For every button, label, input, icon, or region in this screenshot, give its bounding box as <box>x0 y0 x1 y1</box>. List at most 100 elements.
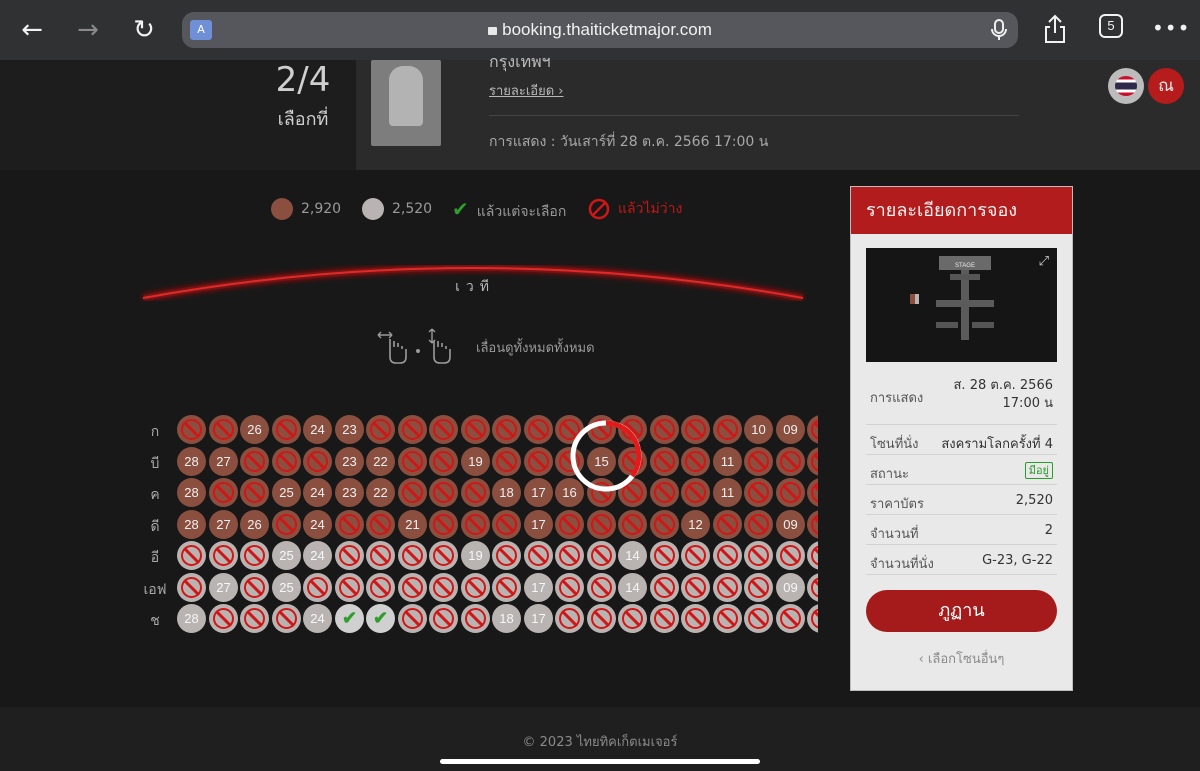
seat-unavailable[interactable] <box>807 478 818 507</box>
microphone-icon[interactable] <box>990 19 1008 41</box>
seat-unavailable[interactable] <box>177 573 206 602</box>
seat-unavailable[interactable] <box>744 447 773 476</box>
seat-unavailable[interactable] <box>398 604 427 633</box>
seat-unavailable[interactable] <box>461 478 490 507</box>
seat-unavailable[interactable] <box>398 573 427 602</box>
seat-unavailable[interactable] <box>650 541 679 570</box>
seat-unavailable[interactable] <box>272 415 301 444</box>
seat-unavailable[interactable] <box>776 478 805 507</box>
seat[interactable]: 25 <box>272 478 301 507</box>
seat[interactable]: 18 <box>492 604 521 633</box>
seat-unavailable[interactable] <box>713 415 742 444</box>
seat-unavailable[interactable] <box>240 447 269 476</box>
seat-unavailable[interactable] <box>335 510 364 539</box>
seat[interactable]: 17 <box>524 573 553 602</box>
seat[interactable]: 22 <box>366 447 395 476</box>
seat-unavailable[interactable] <box>650 478 679 507</box>
seat-unavailable[interactable] <box>335 541 364 570</box>
seat-unavailable[interactable] <box>429 604 458 633</box>
seat[interactable]: 27 <box>209 573 238 602</box>
seat-unavailable[interactable] <box>555 573 584 602</box>
seat-unavailable[interactable] <box>461 573 490 602</box>
seat-unavailable[interactable] <box>776 604 805 633</box>
seat-unavailable[interactable] <box>303 447 332 476</box>
seat-unavailable[interactable] <box>303 573 332 602</box>
tabs-count-button[interactable]: 5 <box>1099 14 1123 38</box>
seat-unavailable[interactable] <box>618 604 647 633</box>
seat-unavailable[interactable] <box>429 541 458 570</box>
seat-unavailable[interactable] <box>587 573 616 602</box>
seat-unavailable[interactable] <box>240 604 269 633</box>
seat[interactable]: 24 <box>303 415 332 444</box>
seat-unavailable[interactable] <box>681 415 710 444</box>
seat-unavailable[interactable] <box>681 541 710 570</box>
seat[interactable]: 19 <box>461 447 490 476</box>
seat[interactable]: 14 <box>618 573 647 602</box>
seat-unavailable[interactable] <box>744 510 773 539</box>
language-thai-button[interactable] <box>1108 68 1144 104</box>
seat-unavailable[interactable] <box>650 604 679 633</box>
seat-unavailable[interactable] <box>272 447 301 476</box>
seat-unavailable[interactable] <box>587 510 616 539</box>
seat-unavailable[interactable] <box>587 541 616 570</box>
share-icon[interactable] <box>1043 14 1067 44</box>
seat[interactable]: 11 <box>713 478 742 507</box>
seat-unavailable[interactable] <box>429 415 458 444</box>
seat-unavailable[interactable] <box>492 447 521 476</box>
seat-unavailable[interactable] <box>398 447 427 476</box>
seat[interactable]: 18 <box>492 478 521 507</box>
seat-unavailable[interactable] <box>461 604 490 633</box>
seat[interactable]: 21 <box>398 510 427 539</box>
confirm-button[interactable]: ภูฏาน <box>866 590 1057 632</box>
seat-unavailable[interactable] <box>524 415 553 444</box>
seat-unavailable[interactable] <box>713 541 742 570</box>
seat-unavailable[interactable] <box>650 415 679 444</box>
seat-unavailable[interactable] <box>461 415 490 444</box>
seat[interactable]: 24 <box>303 604 332 633</box>
seat-unavailable[interactable] <box>492 573 521 602</box>
seat-unavailable[interactable] <box>366 541 395 570</box>
seat-unavailable[interactable] <box>366 510 395 539</box>
seat[interactable]: 17 <box>524 604 553 633</box>
seat[interactable]: 09 <box>776 510 805 539</box>
seat-unavailable[interactable] <box>650 447 679 476</box>
seat-unavailable[interactable] <box>587 604 616 633</box>
seat[interactable]: 23 <box>335 415 364 444</box>
seat-unavailable[interactable] <box>713 510 742 539</box>
seat-unavailable[interactable] <box>366 415 395 444</box>
venue-minimap[interactable]: STAGE ⤢ <box>866 248 1057 362</box>
seat-unavailable[interactable] <box>272 510 301 539</box>
seat-unavailable[interactable] <box>713 573 742 602</box>
seat-unavailable[interactable] <box>807 447 818 476</box>
back-arrow-icon[interactable]: ← <box>14 12 50 48</box>
seat[interactable]: 10 <box>744 415 773 444</box>
seat-unavailable[interactable] <box>177 541 206 570</box>
seat-map[interactable]: 26 24 23 10 09 28 27 23 22 19 15 11 28 25 24 23 22 18 17 16… <box>176 414 818 636</box>
seat[interactable]: 27 <box>209 510 238 539</box>
seat-unavailable[interactable] <box>744 541 773 570</box>
seat[interactable]: 25 <box>272 541 301 570</box>
seat-unavailable[interactable] <box>713 604 742 633</box>
seat-unavailable[interactable] <box>398 478 427 507</box>
seat[interactable]: 09 <box>776 415 805 444</box>
seat-unavailable[interactable] <box>429 447 458 476</box>
seat-unavailable[interactable] <box>776 541 805 570</box>
seat-selected[interactable]: ✔ <box>335 604 364 633</box>
url-text[interactable]: booking.thaiticketmajor.com <box>182 20 1018 40</box>
seat[interactable]: 28 <box>177 510 206 539</box>
seat[interactable]: 25 <box>272 573 301 602</box>
seat-unavailable[interactable] <box>807 510 818 539</box>
seat[interactable]: 14 <box>618 541 647 570</box>
seat-unavailable[interactable] <box>555 510 584 539</box>
seat-unavailable[interactable] <box>492 510 521 539</box>
seat[interactable]: 11 <box>713 447 742 476</box>
seat-unavailable[interactable] <box>555 604 584 633</box>
address-bar[interactable]: A booking.thaiticketmajor.com <box>182 12 1018 48</box>
seat-unavailable[interactable] <box>807 415 818 444</box>
seat[interactable]: 24 <box>303 510 332 539</box>
seat-unavailable[interactable] <box>650 573 679 602</box>
seat-unavailable[interactable] <box>492 541 521 570</box>
user-avatar[interactable]: ณ <box>1148 68 1184 104</box>
seat-unavailable[interactable] <box>681 447 710 476</box>
seat[interactable]: 24 <box>303 478 332 507</box>
